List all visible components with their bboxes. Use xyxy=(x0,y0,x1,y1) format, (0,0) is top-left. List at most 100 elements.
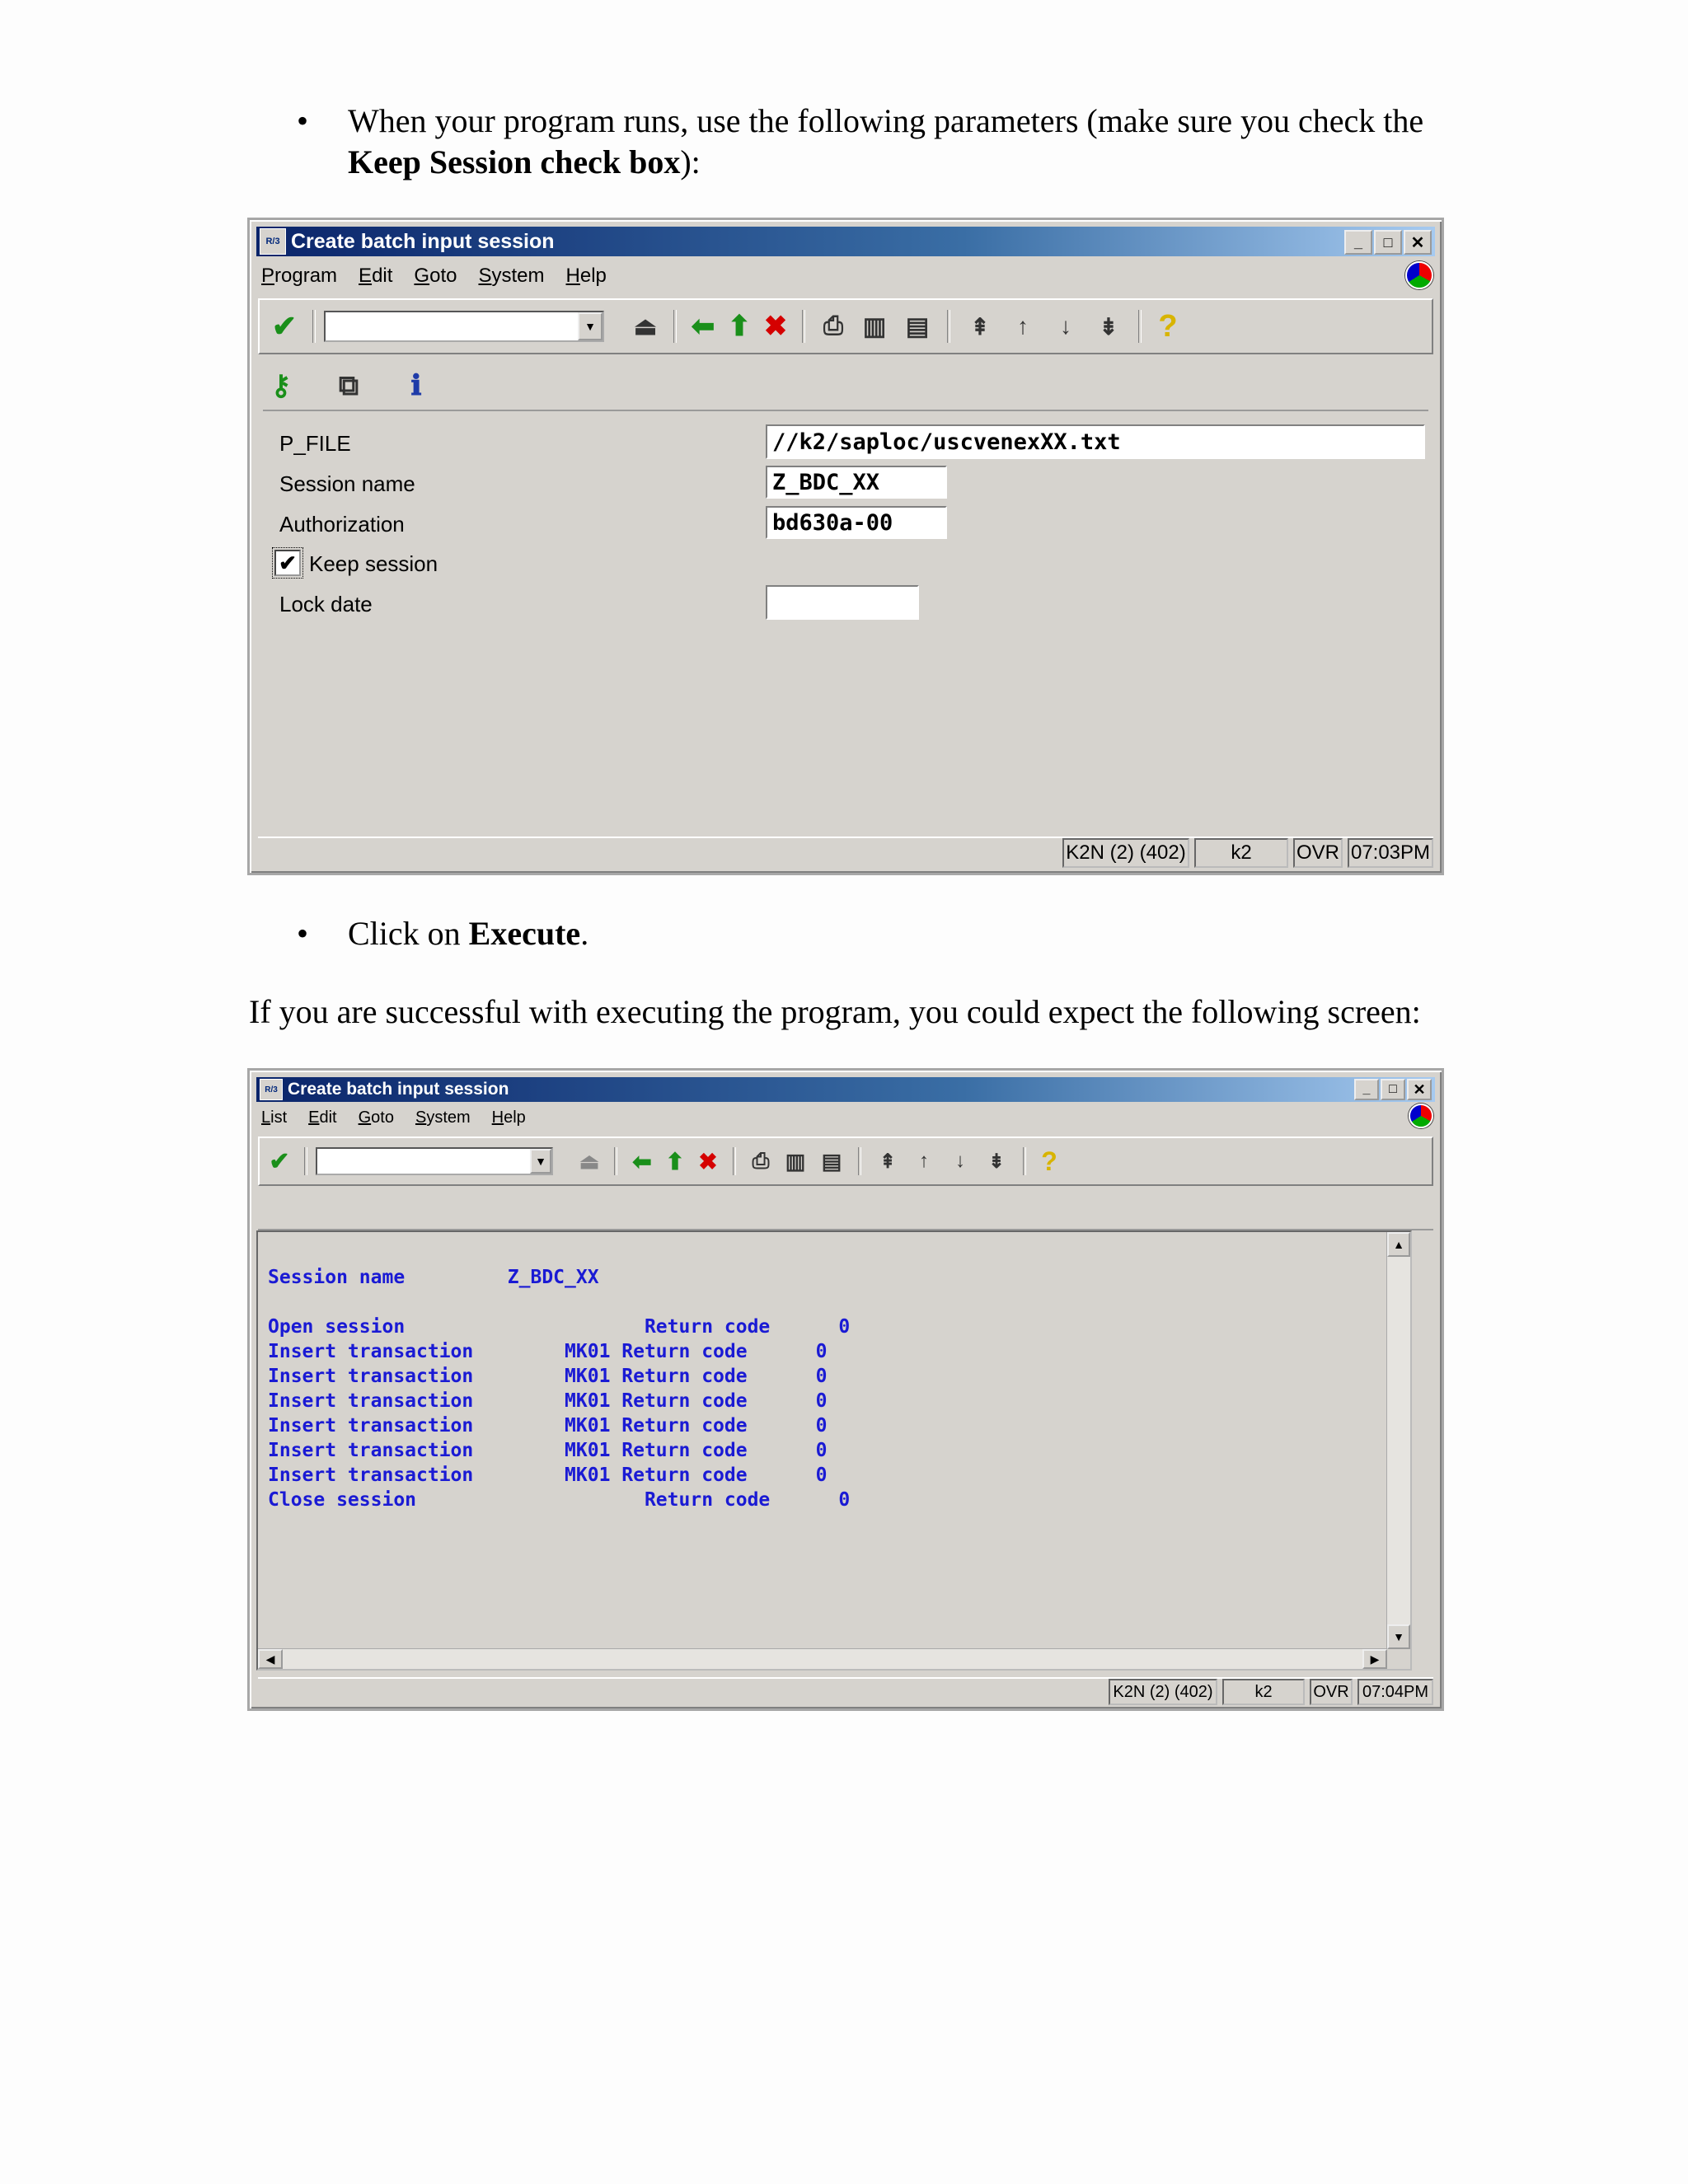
next-page-icon[interactable]: ↓ xyxy=(1044,313,1087,340)
print-icon[interactable]: ⎙ xyxy=(814,312,853,340)
list-output: Session name Z_BDC_XX Open session Retur… xyxy=(256,1230,1412,1671)
status-system: K2N (2) (402) xyxy=(1062,838,1189,868)
menu-goto[interactable]: Goto xyxy=(414,265,457,288)
menu-system[interactable]: System xyxy=(478,265,544,288)
list-line: Insert transaction MK01 Return code 0 xyxy=(268,1440,828,1461)
separator xyxy=(1138,310,1142,343)
bullet: • xyxy=(297,102,309,139)
separator xyxy=(733,1147,736,1175)
minimize-button[interactable]: _ xyxy=(1344,230,1372,255)
last-page-icon[interactable]: ⇟ xyxy=(1087,313,1130,340)
list-line: Close session Return code 0 xyxy=(268,1489,851,1511)
enter-check-icon[interactable]: ✔ xyxy=(265,309,304,344)
execute-icon[interactable]: ⚷ xyxy=(263,369,299,402)
menu-goto[interactable]: Goto xyxy=(359,1108,394,1127)
list-line: Insert transaction MK01 Return code 0 xyxy=(268,1366,828,1387)
instruction2-bold: Execute xyxy=(468,915,581,952)
cancel-icon[interactable]: ✖ xyxy=(757,310,794,343)
menu-help[interactable]: Help xyxy=(566,265,607,288)
sap-globe-icon xyxy=(1409,1104,1433,1128)
keep-session-label: Keep session xyxy=(309,551,438,576)
last-page-icon[interactable]: ⇟ xyxy=(978,1150,1015,1174)
next-page-icon[interactable]: ↓ xyxy=(942,1150,978,1173)
status-server: k2 xyxy=(1194,838,1288,868)
scroll-down-button[interactable]: ▼ xyxy=(1387,1624,1410,1649)
status-time: 07:03PM xyxy=(1348,838,1433,868)
list-line: Insert transaction MK01 Return code 0 xyxy=(268,1465,828,1486)
menu-bar: Program Edit Goto System Help xyxy=(261,265,628,288)
print-icon[interactable]: ⎙ xyxy=(744,1148,777,1174)
status-bar: K2N (2) (402) k2 OVR 07:03PM xyxy=(258,837,1433,868)
maximize-button[interactable]: □ xyxy=(1374,230,1402,255)
variants-icon[interactable]: ⧉ xyxy=(331,370,367,402)
command-field[interactable]: ▼ xyxy=(316,1147,553,1175)
help-icon[interactable]: ? xyxy=(1150,309,1186,344)
keep-session-checkbox[interactable]: ✔ xyxy=(272,547,303,579)
info-icon[interactable]: ℹ xyxy=(398,369,434,402)
status-server: k2 xyxy=(1222,1679,1305,1705)
back-icon[interactable]: ⬅ xyxy=(626,1148,659,1175)
p-file-label: P_FILE xyxy=(279,431,351,456)
menu-edit[interactable]: Edit xyxy=(308,1108,336,1127)
first-page-icon[interactable]: ⇞ xyxy=(959,313,1001,340)
menu-list[interactable]: List xyxy=(261,1108,287,1127)
list-line: Session name Z_BDC_XX xyxy=(268,1267,599,1288)
close-button[interactable]: ✕ xyxy=(1407,1079,1432,1100)
menu-bar: List Edit Goto System Help xyxy=(261,1108,547,1127)
chevron-down-icon[interactable]: ▼ xyxy=(530,1149,551,1174)
back-icon[interactable]: ⬅ xyxy=(685,310,721,343)
vertical-scrollbar[interactable]: ▲ ▼ xyxy=(1386,1232,1410,1649)
status-mode: OVR xyxy=(1310,1679,1353,1705)
exit-icon[interactable]: ⬆ xyxy=(721,310,757,343)
p-file-input[interactable]: //k2/saploc/uscvenexXX.txt xyxy=(766,424,1425,459)
authorization-label: Authorization xyxy=(279,512,405,537)
title-bar: R/3 Create batch input session _ □ ✕ xyxy=(256,227,1435,256)
separator xyxy=(858,1147,861,1175)
instruction2-text-c: . xyxy=(580,915,589,952)
prev-page-icon[interactable]: ↑ xyxy=(1001,313,1044,340)
status-mode: OVR xyxy=(1293,838,1343,868)
separator xyxy=(673,310,677,343)
authorization-input[interactable]: bd630a-00 xyxy=(766,506,947,539)
paragraph-text: If you are successful with executing the… xyxy=(249,993,1421,1030)
scroll-up-button[interactable]: ▲ xyxy=(1387,1232,1410,1257)
menu-edit[interactable]: Edit xyxy=(359,265,392,288)
session-name-input[interactable]: Z_BDC_XX xyxy=(766,466,947,499)
sap-window-parameters: R/3 Create batch input session _ □ ✕ Pro… xyxy=(247,218,1444,875)
lock-date-input[interactable] xyxy=(766,585,919,620)
status-time: 07:04PM xyxy=(1357,1679,1433,1705)
cancel-icon[interactable]: ✖ xyxy=(692,1148,724,1175)
find-icon[interactable]: ▥ xyxy=(853,312,896,341)
menu-help[interactable]: Help xyxy=(492,1108,526,1127)
find-next-icon[interactable]: ▤ xyxy=(896,312,939,341)
first-page-icon[interactable]: ⇞ xyxy=(870,1150,906,1174)
status-system: K2N (2) (402) xyxy=(1109,1679,1217,1705)
status-bar: K2N (2) (402) k2 OVR 07:04PM xyxy=(258,1677,1433,1705)
find-icon[interactable]: ▥ xyxy=(777,1149,814,1174)
save-icon[interactable]: ⏏ xyxy=(626,312,665,341)
command-field[interactable]: ▼ xyxy=(324,311,604,342)
scroll-left-button[interactable]: ◀ xyxy=(258,1649,283,1669)
scroll-right-button[interactable]: ▶ xyxy=(1362,1649,1387,1669)
menu-system[interactable]: System xyxy=(415,1108,471,1127)
application-toolbar xyxy=(258,1191,1433,1230)
find-next-icon[interactable]: ▤ xyxy=(814,1149,850,1174)
separator xyxy=(304,1147,307,1175)
help-icon[interactable]: ? xyxy=(1034,1146,1064,1177)
list-line: Insert transaction MK01 Return code 0 xyxy=(268,1341,828,1362)
horizontal-scrollbar[interactable]: ◀ ▶ xyxy=(258,1648,1387,1669)
enter-check-icon[interactable]: ✔ xyxy=(263,1147,296,1176)
sap-logo-icon: R/3 xyxy=(260,1079,283,1100)
close-button[interactable]: ✕ xyxy=(1404,230,1432,255)
save-icon[interactable]: ⏏ xyxy=(573,1149,606,1174)
separator xyxy=(614,1147,617,1175)
chevron-down-icon[interactable]: ▼ xyxy=(578,312,603,340)
prev-page-icon[interactable]: ↑ xyxy=(906,1150,942,1173)
window-title: Create batch input session xyxy=(291,229,555,253)
separator xyxy=(312,310,316,343)
instruction-text-a: When your program runs, use the followin… xyxy=(348,102,1424,139)
minimize-button[interactable]: _ xyxy=(1354,1079,1379,1100)
menu-program[interactable]: Program xyxy=(261,265,337,288)
maximize-button[interactable]: □ xyxy=(1381,1079,1405,1100)
exit-icon[interactable]: ⬆ xyxy=(659,1148,692,1175)
